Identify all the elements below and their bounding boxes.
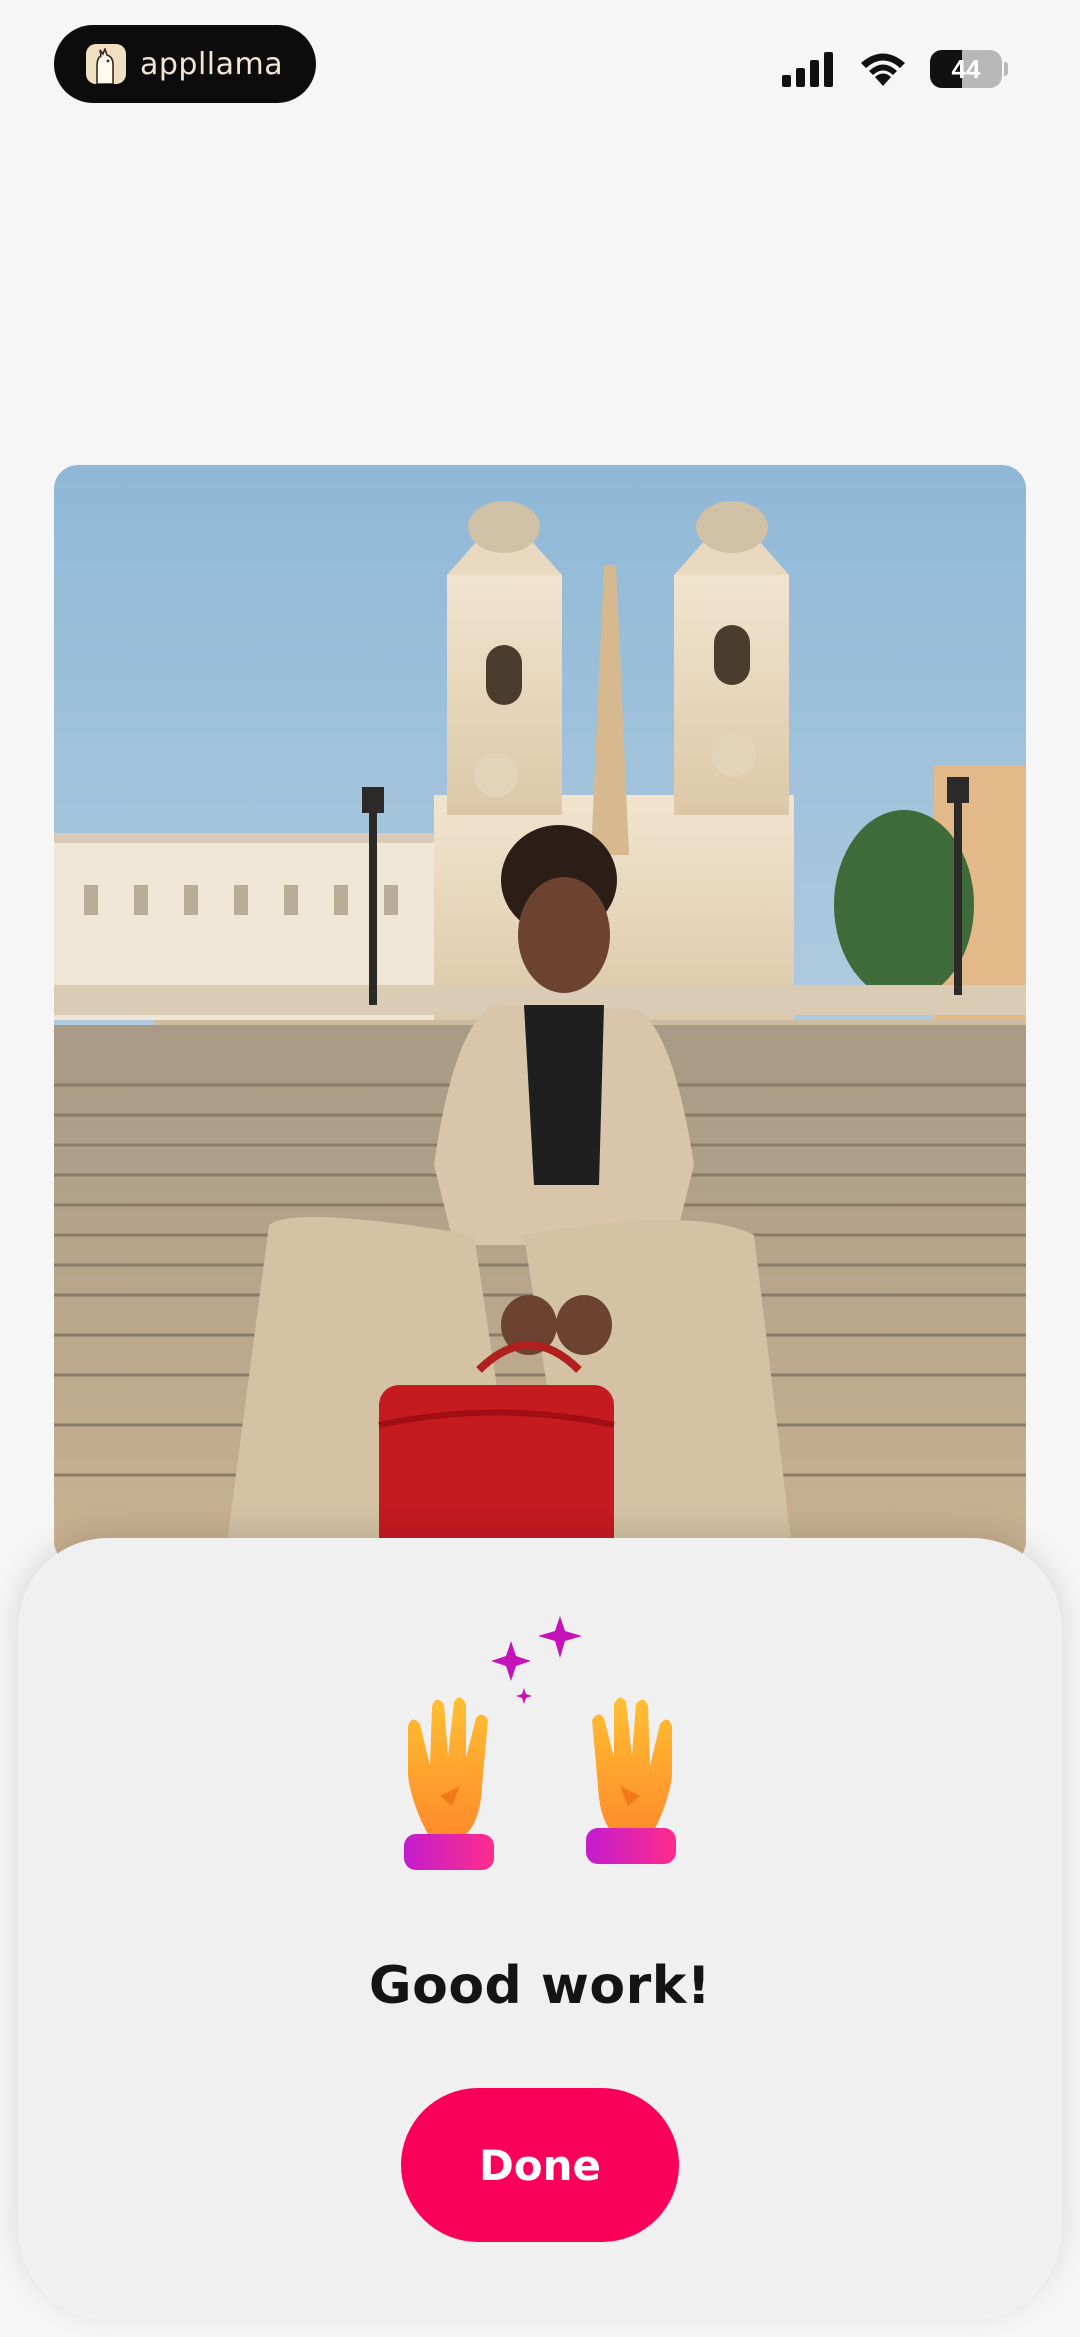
done-button[interactable]: Done	[401, 2088, 679, 2242]
success-title: Good work!	[368, 1956, 712, 2016]
brand-badge: appllama	[54, 25, 316, 103]
brand-name: appllama	[140, 46, 284, 82]
raised-hands-sparkles-icon	[390, 1606, 690, 1886]
result-photo	[54, 465, 1026, 1565]
cellular-signal-icon	[782, 52, 833, 87]
llama-logo-icon	[86, 44, 126, 84]
status-bar: appllama 44	[0, 0, 1080, 140]
battery-label: 44	[951, 53, 981, 84]
battery-indicator: 44	[930, 50, 1002, 88]
wifi-icon	[861, 53, 905, 86]
success-sheet: Good work! Done	[18, 1538, 1062, 2320]
